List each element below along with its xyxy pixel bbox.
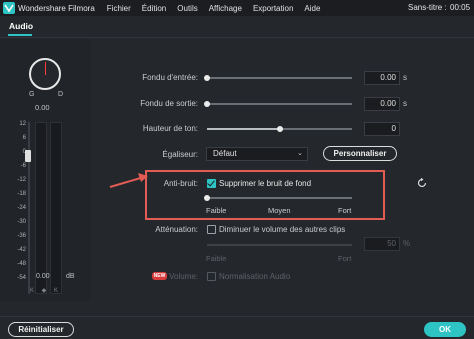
- denoise-checkbox[interactable]: [207, 179, 216, 188]
- fade-out-slider-thumb[interactable]: [204, 101, 210, 107]
- filmora-logo-icon: [3, 2, 15, 14]
- attenuation-tick-high: Fort: [338, 254, 352, 263]
- fade-in-slider-thumb[interactable]: [204, 75, 210, 81]
- customize-equalizer-button[interactable]: Personnaliser: [323, 146, 397, 161]
- balance-knob[interactable]: [29, 58, 61, 90]
- scale-label: -6: [20, 163, 26, 169]
- ok-button[interactable]: OK: [424, 322, 466, 337]
- denoise-tick-high: Fort: [338, 206, 352, 215]
- menu-bar: Wondershare Filmora Fichier Édition Outi…: [0, 0, 474, 16]
- scale-label: 12: [19, 121, 26, 127]
- equalizer-label: Égaliseur:: [162, 150, 198, 159]
- document-duration: 00:05: [450, 3, 471, 12]
- balance-knob-needle: [45, 62, 46, 75]
- fade-out-value-field[interactable]: 0.00: [364, 97, 400, 111]
- chevron-down-icon: ⌄: [297, 150, 303, 157]
- menu-aide[interactable]: Aide: [304, 4, 320, 13]
- denoise-tick-mid: Moyen: [268, 206, 291, 215]
- reset-icon[interactable]: [416, 177, 428, 189]
- reset-button[interactable]: Réinitialiser: [8, 322, 74, 337]
- scale-label: -18: [17, 191, 26, 197]
- fade-in-unit: s: [403, 73, 407, 82]
- fade-out-label: Fondu de sortie:: [140, 99, 198, 108]
- footer-bar: Réinitialiser OK: [0, 316, 474, 339]
- attenuation-slider-track[interactable]: [207, 244, 352, 246]
- equalizer-selected-value: Défaut: [213, 149, 237, 158]
- menu-fichier[interactable]: Fichier: [107, 4, 131, 13]
- fade-in-slider-track[interactable]: [207, 77, 352, 79]
- attenuation-label: Atténuation:: [155, 225, 198, 234]
- scale-label: -24: [17, 205, 26, 211]
- volume-level-value: 0.00: [36, 273, 50, 280]
- tab-active-indicator: [8, 34, 32, 36]
- menu-edition[interactable]: Édition: [142, 4, 166, 13]
- attenuation-unit: %: [403, 239, 411, 248]
- pitch-label: Hauteur de ton:: [142, 124, 198, 133]
- app-name: Wondershare Filmora: [18, 3, 95, 13]
- pitch-value-field[interactable]: 0: [364, 122, 400, 136]
- scale-label: -30: [17, 219, 26, 225]
- denoise-slider-thumb[interactable]: [204, 195, 210, 201]
- normalize-audio-label: Normalisation Audio: [219, 272, 291, 281]
- menu-outils[interactable]: Outils: [177, 4, 197, 13]
- volume-label: Volume:: [169, 272, 198, 281]
- balance-value: 0.00: [35, 103, 50, 112]
- equalizer-select[interactable]: Défaut ⌄: [206, 147, 308, 161]
- attenuation-checkbox[interactable]: [207, 225, 216, 234]
- balance-left-label: G: [29, 91, 35, 98]
- attenuation-tick-low: Faible: [206, 254, 227, 263]
- vu-scale: 12 6 0 -6 -12 -18 -24 -30 -36 -42 -48 -5…: [12, 121, 26, 299]
- new-badge: NEW: [152, 272, 167, 280]
- fade-in-label: Fondu d'entrée:: [142, 73, 198, 82]
- fade-out-slider-track[interactable]: [207, 103, 352, 105]
- volume-fader-thumb[interactable]: [25, 150, 31, 162]
- vu-meter-left: [35, 122, 47, 294]
- balance-right-label: D: [58, 91, 64, 98]
- scale-label: -48: [17, 261, 26, 267]
- denoise-checkbox-label: Supprimer le bruit de fond: [219, 179, 312, 188]
- vu-meter-right: [50, 122, 62, 294]
- highlight-arrow-icon: [109, 173, 148, 188]
- volume-level-unit: dB: [66, 273, 75, 280]
- tab-bar: Audio: [0, 16, 474, 38]
- pitch-slider-thumb[interactable]: [276, 126, 283, 132]
- denoise-tick-low: Faible: [206, 206, 227, 215]
- scale-label: 6: [22, 135, 26, 141]
- menu-exportation[interactable]: Exportation: [253, 4, 293, 13]
- tab-audio[interactable]: Audio: [9, 21, 33, 31]
- denoise-slider-track[interactable]: [207, 197, 352, 199]
- scale-label: -36: [17, 233, 26, 239]
- volume-fader-track[interactable]: [28, 122, 30, 294]
- denoise-label: Anti-bruit:: [163, 179, 198, 188]
- pitch-slider-fill: [207, 128, 280, 130]
- scale-label: -42: [17, 247, 26, 253]
- menu-affichage[interactable]: Affichage: [209, 4, 242, 13]
- scale-label: -54: [17, 275, 26, 281]
- attenuation-value-field[interactable]: 50: [364, 237, 400, 251]
- document-title: Sans-titre :: [408, 3, 447, 12]
- mixer-controls[interactable]: K ◆ K: [30, 287, 61, 294]
- attenuation-checkbox-label: Diminuer le volume des autres clips: [219, 225, 346, 234]
- audio-mixer-panel: G D 0.00 12 6 0 -6 -12 -18 -24 -30 -36 -…: [0, 39, 90, 301]
- fade-in-value-field[interactable]: 0.00: [364, 71, 400, 85]
- fade-out-unit: s: [403, 99, 407, 108]
- scale-label: -12: [17, 177, 26, 183]
- normalize-audio-checkbox[interactable]: [207, 272, 216, 281]
